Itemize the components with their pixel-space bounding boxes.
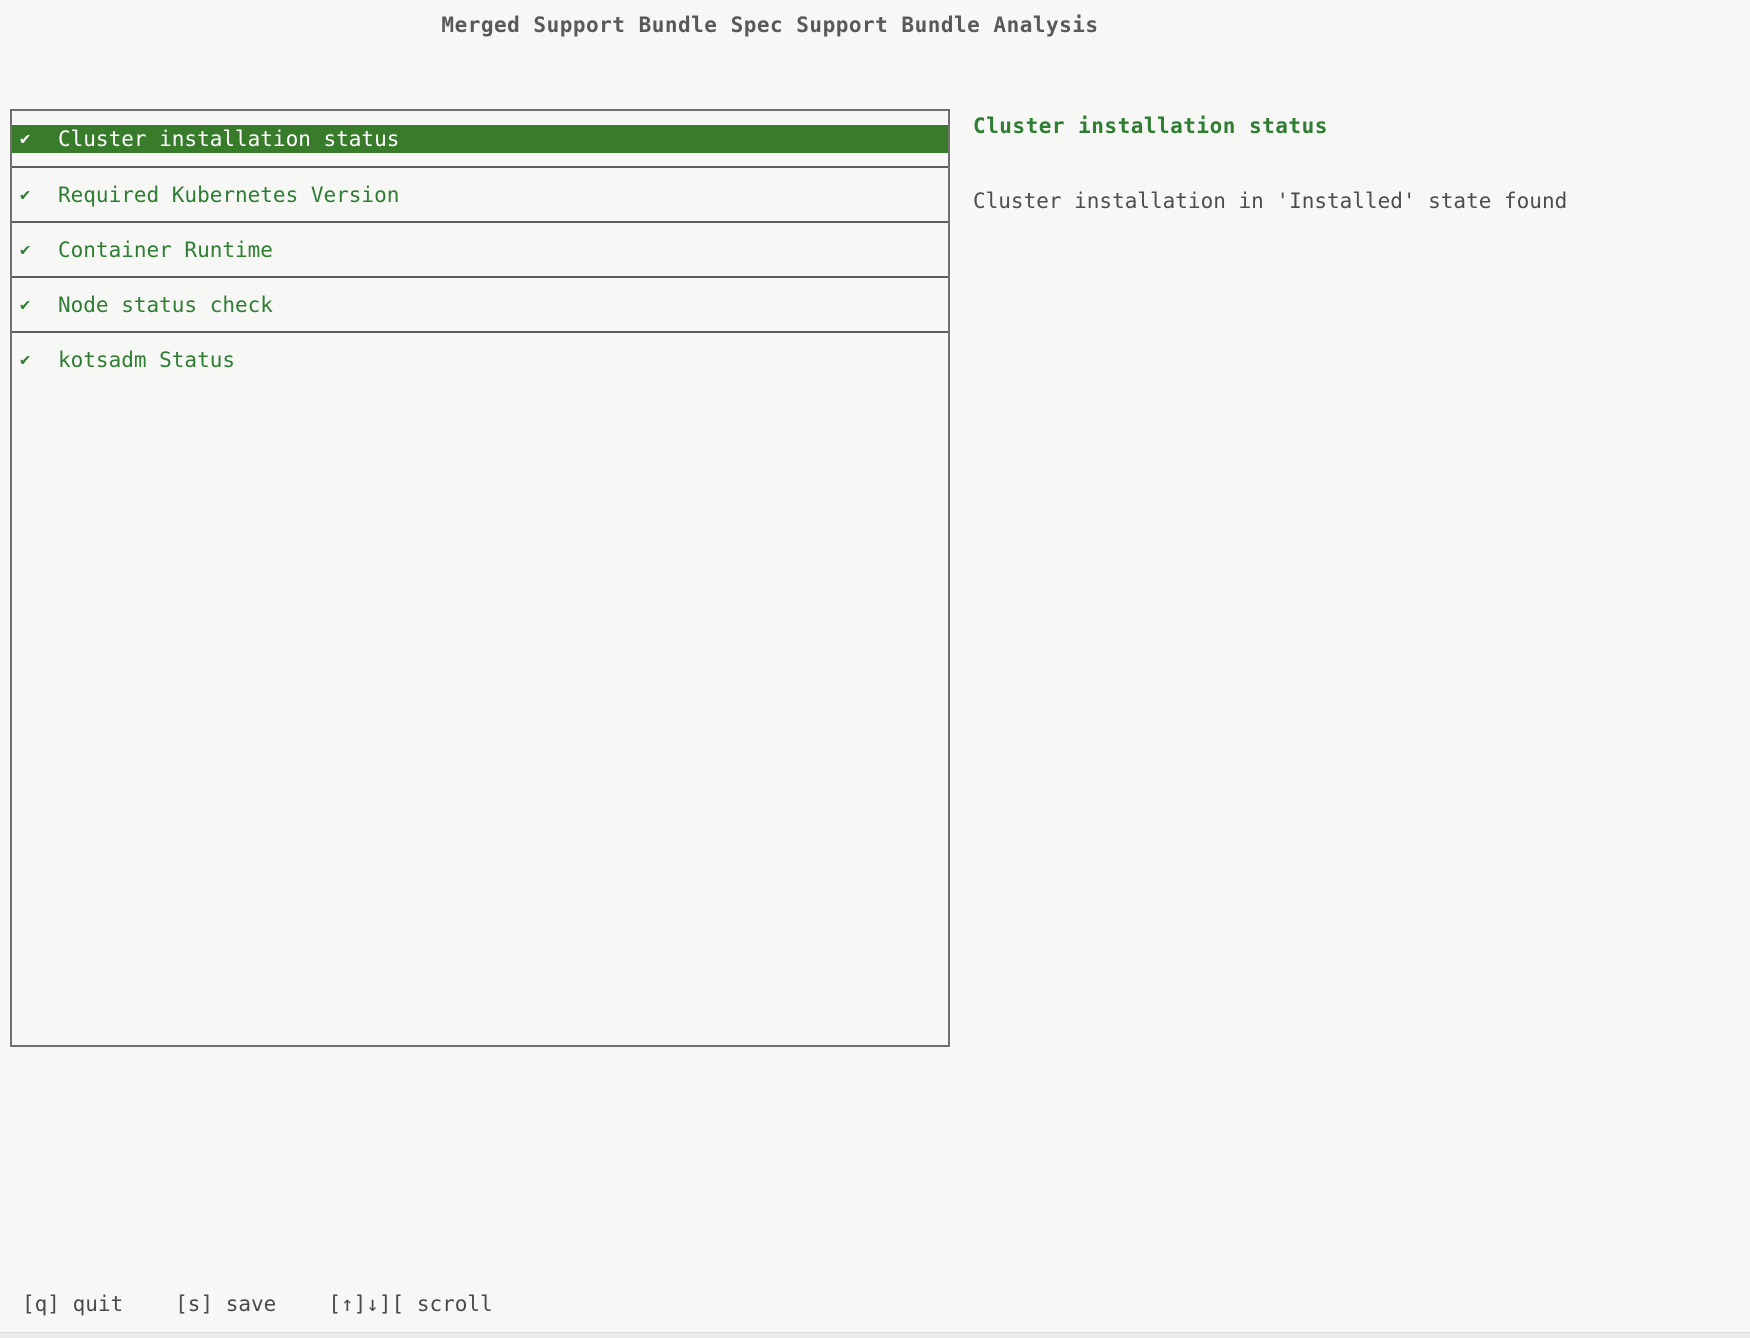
quit-key-hint: [q] quit [22,1292,123,1316]
detail-panel-title: Cluster installation status [973,113,1567,140]
scroll-key-hint: [↑]↓][ scroll [328,1292,492,1316]
footer-keybar: [q] quit [s] save [↑]↓][ scroll [22,1292,493,1316]
analyzer-item-label: kotsadm Status [58,348,235,372]
analyzer-item-label: Required Kubernetes Version [58,183,399,207]
analyzer-list-item[interactable]: ✔ Cluster installation status [12,111,948,166]
analyzer-list-item[interactable]: ✔ Container Runtime [12,221,948,276]
analyzer-row-bar: ✔ Node status check [12,291,948,319]
save-key-hint: [s] save [175,1292,276,1316]
analyzer-row-bar: ✔ Cluster installation status [12,125,948,153]
analyzer-list-item[interactable]: ✔ Node status check [12,276,948,331]
check-pass-icon: ✔ [20,185,58,205]
check-pass-icon: ✔ [20,240,58,260]
analyzer-item-label: Node status check [58,293,273,317]
check-pass-icon: ✔ [20,129,58,149]
detail-panel: Cluster installation status Cluster inst… [973,113,1567,215]
analyzer-item-label: Container Runtime [58,238,273,262]
analyzer-row-bar: ✔ Required Kubernetes Version [12,181,948,209]
detail-panel-message: Cluster installation in 'Installed' stat… [973,188,1567,215]
check-pass-icon: ✔ [20,350,58,370]
analyzer-list-item[interactable]: ✔ kotsadm Status [12,331,948,386]
window-bottom-edge [0,1332,1750,1338]
check-pass-icon: ✔ [20,295,58,315]
analyzer-row-bar: ✔ Container Runtime [12,236,948,264]
analyzer-item-label: Cluster installation status [58,127,399,151]
analyzer-list-item[interactable]: ✔ Required Kubernetes Version [12,166,948,221]
analyzer-row-bar: ✔ kotsadm Status [12,346,948,374]
analyzer-results-list[interactable]: ✔ Cluster installation status ✔ Required… [10,109,950,1047]
terminal-screen: Merged Support Bundle Spec Support Bundl… [0,0,1750,1338]
app-title: Merged Support Bundle Spec Support Bundl… [0,13,1540,37]
